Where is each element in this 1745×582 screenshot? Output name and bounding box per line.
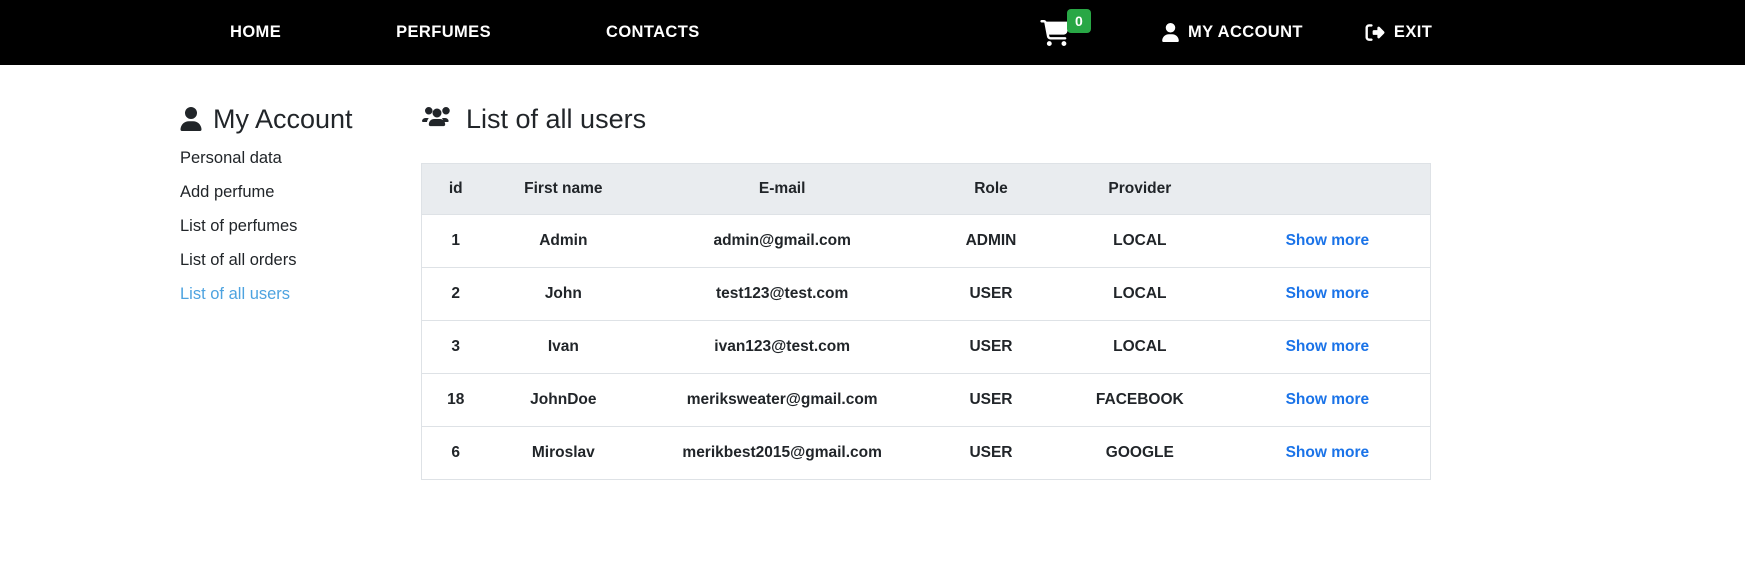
nav-link-home[interactable]: HOME <box>230 23 281 42</box>
column-header-action <box>1224 163 1431 216</box>
cell-action: Show more <box>1224 267 1431 321</box>
cart-count-badge: 0 <box>1067 8 1091 33</box>
nav-link-my-account[interactable]: MY ACCOUNT <box>1162 23 1303 42</box>
sidebar-item-add-perfume[interactable]: Add perfume <box>180 183 415 202</box>
cell-provider: LOCAL <box>1054 267 1225 321</box>
sidebar-link-list-of-all-users[interactable]: List of all users <box>180 285 290 303</box>
column-header-provider: Provider <box>1054 163 1225 216</box>
page-title: List of all users <box>421 103 1725 135</box>
table-row: 18 JohnDoe meriksweater@gmail.com USER F… <box>421 373 1431 427</box>
column-header-role: Role <box>927 163 1055 216</box>
cell-role: USER <box>927 267 1055 321</box>
page-body: My Account Personal data Add perfume Lis… <box>0 65 1745 481</box>
cell-email: merikbest2015@gmail.com <box>637 426 928 480</box>
sidebar-title: My Account <box>180 103 415 135</box>
users-table: id First name E-mail Role Provider 1 Adm… <box>421 163 1431 481</box>
cell-action: Show more <box>1224 320 1431 374</box>
cell-first-name: Admin <box>539 232 588 250</box>
cell-role: USER <box>927 426 1055 480</box>
cell-first-name: JohnDoe <box>489 373 638 427</box>
nav-link-my-account-label: MY ACCOUNT <box>1188 23 1303 41</box>
show-more-link[interactable]: Show more <box>1286 285 1370 302</box>
cell-role: ADMIN <box>965 232 1017 250</box>
cell-first-name: Miroslav <box>489 426 638 480</box>
cell-id: 2 <box>421 267 490 321</box>
cell-first-name: John <box>489 267 638 321</box>
main-content: List of all users id First name E-mail R… <box>421 103 1745 481</box>
page-title-label: List of all users <box>466 104 647 134</box>
user-icon <box>180 107 202 132</box>
cell-provider: GOOGLE <box>1054 426 1225 480</box>
sidebar-title-label: My Account <box>213 104 353 134</box>
primary-nav: HOME PERFUMES CONTACTS <box>230 23 700 42</box>
users-table-body: 1 Admin admin@gmail.com ADMIN LOCAL Show… <box>421 215 1431 480</box>
secondary-nav: 0 MY ACCOUNT EXIT <box>1040 0 1432 65</box>
sidebar-item-list-of-perfumes[interactable]: List of perfumes <box>180 217 415 236</box>
column-header-email: E-mail <box>637 163 928 216</box>
cell-provider: LOCAL <box>1054 320 1225 374</box>
users-table-head: id First name E-mail Role Provider <box>421 163 1431 216</box>
cell-action: Show more <box>1225 215 1431 268</box>
cell-provider: FACEBOOK <box>1054 373 1225 427</box>
cart-button[interactable]: 0 <box>1040 8 1091 46</box>
cell-email: test123@test.com <box>637 267 928 321</box>
sidebar-item-list-of-all-orders[interactable]: List of all orders <box>180 251 415 270</box>
user-icon <box>1162 23 1179 42</box>
cell-email: ivan123@test.com <box>637 320 928 374</box>
show-more-link[interactable]: Show more <box>1286 391 1370 408</box>
nav-link-perfumes[interactable]: PERFUMES <box>396 23 491 42</box>
table-header-row: id First name E-mail Role Provider <box>421 163 1431 216</box>
column-header-id: id <box>421 163 490 216</box>
top-navbar: HOME PERFUMES CONTACTS 0 MY ACCOUNT EXIT <box>0 0 1745 65</box>
cell-email: meriksweater@gmail.com <box>637 373 928 427</box>
cell-provider: LOCAL <box>1113 232 1167 250</box>
cell-id: 1 <box>451 232 461 250</box>
show-more-link[interactable]: Show more <box>1286 338 1370 355</box>
table-row: 2 John test123@test.com USER LOCAL Show … <box>421 267 1431 321</box>
cell-email: admin@gmail.com <box>713 232 851 250</box>
sidebar-link-personal-data[interactable]: Personal data <box>180 149 282 167</box>
show-more-link[interactable]: Show more <box>1286 444 1370 461</box>
account-sidebar: My Account Personal data Add perfume Lis… <box>180 103 415 480</box>
table-row: 1 Admin admin@gmail.com ADMIN LOCAL Show… <box>422 215 1431 268</box>
cell-role: USER <box>927 373 1055 427</box>
cell-action: Show more <box>1224 373 1431 427</box>
show-more-link[interactable]: Show more <box>1286 232 1370 249</box>
nav-link-contacts[interactable]: CONTACTS <box>606 23 700 42</box>
sidebar-link-list-of-perfumes[interactable]: List of perfumes <box>180 217 297 235</box>
nav-link-exit-label: EXIT <box>1393 23 1433 41</box>
cell-id: 18 <box>421 373 490 427</box>
table-row: 6 Miroslav merikbest2015@gmail.com USER … <box>421 426 1431 480</box>
column-header-first-name: First name <box>489 163 638 216</box>
cell-id: 6 <box>421 426 490 480</box>
cell-role: USER <box>927 320 1055 374</box>
shopping-cart-icon <box>1040 19 1070 46</box>
sidebar-menu: Personal data Add perfume List of perfum… <box>180 149 415 304</box>
sidebar-item-personal-data[interactable]: Personal data <box>180 149 415 168</box>
table-row: 3 Ivan ivan123@test.com USER LOCAL Show … <box>421 320 1431 374</box>
users-group-icon <box>421 107 453 131</box>
cell-action: Show more <box>1224 426 1431 480</box>
sign-out-icon <box>1365 23 1385 42</box>
cell-first-name: Ivan <box>489 320 638 374</box>
nav-link-exit[interactable]: EXIT <box>1365 23 1432 42</box>
sidebar-item-list-of-all-users[interactable]: List of all users <box>180 285 415 304</box>
cell-id: 3 <box>421 320 490 374</box>
sidebar-link-list-of-all-orders[interactable]: List of all orders <box>180 251 296 269</box>
sidebar-link-add-perfume[interactable]: Add perfume <box>180 183 274 201</box>
